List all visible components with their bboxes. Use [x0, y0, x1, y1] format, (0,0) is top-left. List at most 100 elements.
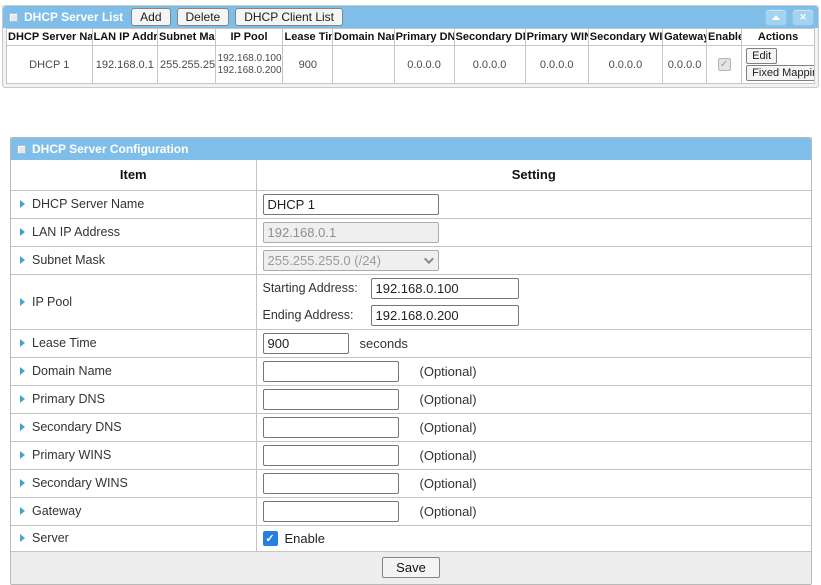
domain-name-optional: (Optional)	[420, 364, 477, 379]
cell-subnet-mask: 255.255.255.0	[158, 46, 216, 84]
list-header-row: DHCP Server Name LAN IP Address Subnet M…	[7, 29, 815, 46]
panel-square-icon	[17, 145, 26, 154]
save-button[interactable]: Save	[382, 557, 440, 578]
gateway-label: Gateway	[32, 504, 81, 518]
close-button[interactable]: ✕	[792, 9, 814, 26]
dhcp-server-list-panel: DHCP Server List Add Delete DHCP Client …	[2, 5, 819, 88]
setting-column-header: Setting	[256, 160, 811, 190]
dhcp-server-list-table: DHCP Server Name LAN IP Address Subnet M…	[6, 28, 815, 84]
primary-dns-label: Primary DNS	[32, 392, 105, 406]
row-gateway: Gateway (Optional)	[11, 497, 811, 525]
row-secondary-dns: Secondary DNS (Optional)	[11, 413, 811, 441]
starting-address-input[interactable]	[371, 278, 519, 299]
primary-wins-input[interactable]	[263, 445, 399, 466]
cell-secondary-wins: 0.0.0.0	[588, 46, 662, 84]
secondary-dns-label: Secondary DNS	[32, 420, 122, 434]
ending-address-input[interactable]	[371, 305, 519, 326]
bullet-icon	[20, 395, 25, 403]
ip-pool-label: IP Pool	[32, 295, 72, 309]
bullet-icon	[20, 367, 25, 375]
domain-name-label: Domain Name	[32, 364, 112, 378]
row-lan-ip-address: LAN IP Address	[11, 218, 811, 246]
row-primary-wins: Primary WINS (Optional)	[11, 441, 811, 469]
bullet-icon	[20, 200, 25, 208]
domain-name-input[interactable]	[263, 361, 399, 382]
cell-secondary-dns: 0.0.0.0	[454, 46, 525, 84]
server-enable-label: Enable	[285, 531, 325, 546]
dhcp-server-name-label: DHCP Server Name	[32, 197, 144, 211]
col-header-secondary-dns: Secondary DNS	[454, 29, 525, 46]
secondary-dns-optional: (Optional)	[420, 420, 477, 435]
edit-button[interactable]: Edit	[746, 48, 777, 64]
col-header-primary-dns: Primary DNS	[394, 29, 454, 46]
dhcp-server-configuration-panel: DHCP Server Configuration Item Setting D…	[10, 137, 812, 585]
dhcp-server-list-title: DHCP Server List	[24, 10, 123, 24]
row-dhcp-server-name: DHCP Server Name	[11, 190, 811, 218]
lease-time-unit: seconds	[360, 336, 408, 351]
primary-dns-optional: (Optional)	[420, 392, 477, 407]
gateway-input[interactable]	[263, 501, 399, 522]
row-server: Server ✓ Enable	[11, 525, 811, 551]
table-row: DHCP 1 192.168.0.1 255.255.255.0 192.168…	[7, 46, 815, 84]
secondary-wins-label: Secondary WINS	[32, 476, 128, 490]
bullet-icon	[20, 507, 25, 515]
bullet-icon	[20, 479, 25, 487]
server-enable-checkbox[interactable]: ✓	[263, 531, 278, 546]
collapse-icon	[772, 15, 780, 20]
check-icon: ✓	[265, 532, 274, 545]
ending-address-label: Ending Address:	[263, 308, 371, 322]
server-label: Server	[32, 531, 69, 545]
fixed-mapping-button[interactable]: Fixed Mapping	[746, 65, 814, 81]
row-ip-pool: IP Pool Starting Address: Ending Address…	[11, 274, 811, 329]
dhcp-server-configuration-table: Item Setting DHCP Server Name LAN IP Add…	[11, 160, 811, 584]
cell-primary-wins: 0.0.0.0	[525, 46, 588, 84]
primary-wins-label: Primary WINS	[32, 448, 111, 462]
config-header-row: Item Setting	[11, 160, 811, 190]
col-header-enable: Enable	[707, 29, 742, 46]
enable-checkbox-disabled: ✓	[718, 58, 731, 71]
dhcp-server-name-input[interactable]	[263, 194, 439, 215]
delete-button[interactable]: Delete	[177, 8, 230, 26]
cell-gateway: 0.0.0.0	[663, 46, 707, 84]
secondary-dns-input[interactable]	[263, 417, 399, 438]
dhcp-server-configuration-titlebar: DHCP Server Configuration	[11, 138, 811, 160]
collapse-button[interactable]	[765, 9, 787, 26]
ip-pool-end: 192.168.0.200	[218, 65, 281, 77]
cell-primary-dns: 0.0.0.0	[394, 46, 454, 84]
col-header-actions: Actions	[742, 29, 815, 46]
col-header-gateway: Gateway	[663, 29, 707, 46]
bullet-icon	[20, 228, 25, 236]
bullet-icon	[20, 339, 25, 347]
close-icon: ✕	[799, 12, 807, 23]
dhcp-server-configuration-title: DHCP Server Configuration	[32, 142, 188, 156]
starting-address-label: Starting Address:	[263, 281, 371, 295]
item-column-header: Item	[11, 160, 256, 190]
lease-time-input[interactable]	[263, 333, 349, 354]
subnet-mask-label: Subnet Mask	[32, 253, 105, 267]
col-header-ip-pool: IP Pool	[215, 29, 283, 46]
cell-ip-pool: 192.168.0.100- 192.168.0.200	[215, 46, 283, 84]
bullet-icon	[20, 534, 25, 542]
cell-enable: ✓	[707, 46, 742, 84]
col-header-domain-name: Domain Name	[333, 29, 395, 46]
row-secondary-wins: Secondary WINS (Optional)	[11, 469, 811, 497]
col-header-lan-ip-address: LAN IP Address	[92, 29, 158, 46]
subnet-mask-selected-value: 255.255.255.0 (/24)	[268, 253, 381, 268]
secondary-wins-input[interactable]	[263, 473, 399, 494]
secondary-wins-optional: (Optional)	[420, 476, 477, 491]
col-header-lease-time: Lease Time	[283, 29, 333, 46]
cell-lease-time: 900	[283, 46, 333, 84]
col-header-primary-wins: Primary WINS	[525, 29, 588, 46]
cell-lan-ip: 192.168.0.1	[92, 46, 158, 84]
primary-dns-input[interactable]	[263, 389, 399, 410]
lan-ip-address-label: LAN IP Address	[32, 225, 120, 239]
subnet-mask-select: 255.255.255.0 (/24)	[263, 250, 439, 271]
bullet-icon	[20, 423, 25, 431]
bullet-icon	[20, 298, 25, 306]
primary-wins-optional: (Optional)	[420, 448, 477, 463]
cell-actions: Edit Fixed Mapping	[742, 46, 815, 84]
dhcp-client-list-button[interactable]: DHCP Client List	[235, 8, 343, 26]
add-button[interactable]: Add	[131, 8, 170, 26]
check-icon: ✓	[720, 59, 728, 70]
gateway-optional: (Optional)	[420, 504, 477, 519]
